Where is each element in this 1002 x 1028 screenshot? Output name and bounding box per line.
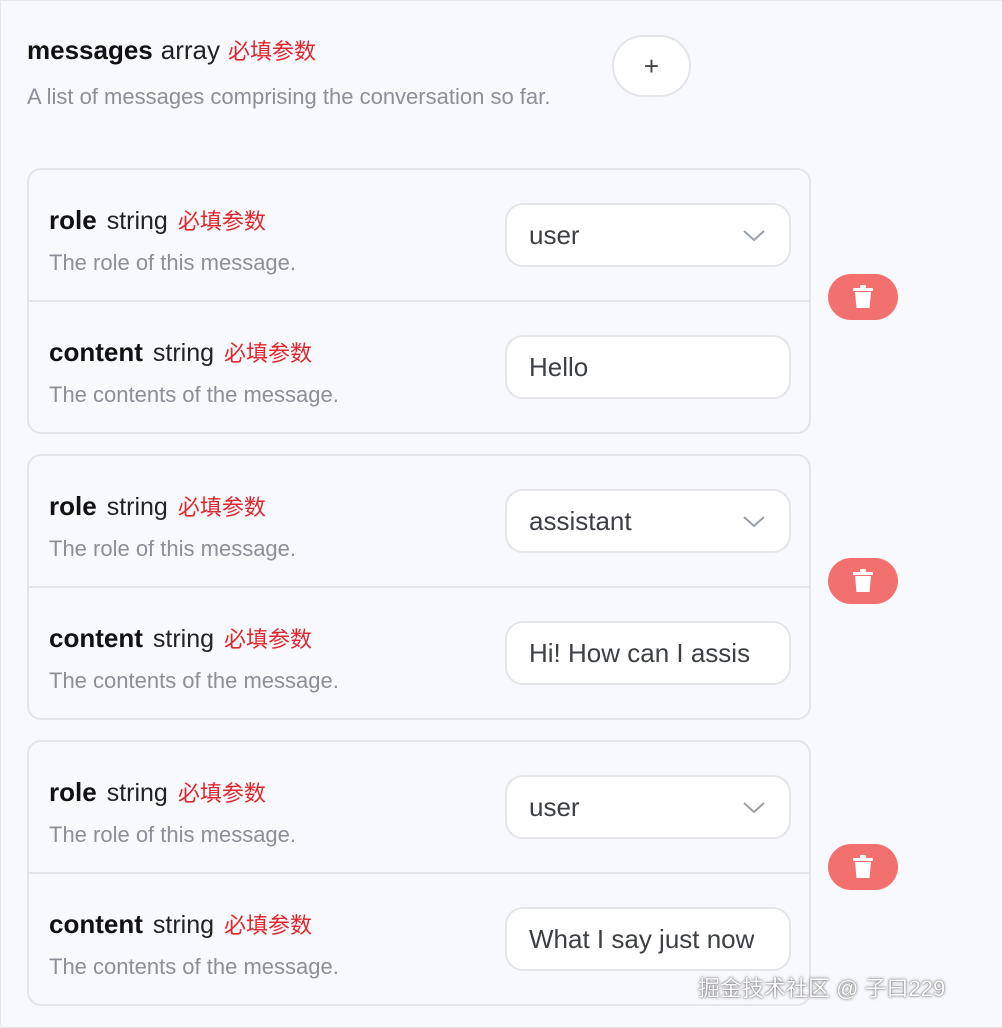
required-badge: 必填参数 [228,39,317,64]
content-row: content string 必填参数 The contents of the me… [29,588,809,718]
role-row: role string 必填参数 The role of this message.… [29,170,809,302]
content-input[interactable]: What I say just now [505,907,791,971]
field-name: content [49,337,143,367]
field-header: role string 必填参数 [49,776,266,808]
field-header: content string 必填参数 [49,336,312,368]
field-name: role [49,491,97,521]
content-input[interactable]: Hello [505,335,791,399]
role-select[interactable]: user [505,775,791,839]
param-header: messages array 必填参数 [27,34,316,66]
delete-message-button[interactable] [828,558,898,604]
role-select[interactable]: assistant [505,489,791,553]
trash-icon [853,569,873,592]
param-description: A list of messages comprising the conver… [27,84,551,109]
field-name: role [49,205,97,235]
trash-icon [853,285,873,308]
required-badge: 必填参数 [224,913,313,938]
field-type: string [152,625,215,653]
delete-message-button[interactable] [828,274,898,320]
field-type: string [152,911,215,939]
field-type: string [106,493,168,521]
chevron-down-icon [743,230,765,242]
required-badge: 必填参数 [177,495,266,520]
required-badge: 必填参数 [177,781,266,806]
field-name: role [49,777,97,807]
input-value: Hi! How can I assis [529,637,751,668]
field-description: The contents of the message. [49,954,339,979]
content-row: content string 必填参数 The contents of the me… [29,874,809,1004]
field-header: role string 必填参数 [49,490,266,522]
role-row: role string 必填参数 The role of this message.… [29,456,809,588]
chevron-down-icon [743,802,765,814]
field-description: The role of this message. [49,822,297,847]
field-type: string [106,779,168,807]
select-value: user [529,791,580,822]
input-value: Hello [529,351,589,382]
param-name: messages [27,35,153,65]
input-value: What I say just now [529,923,755,954]
required-badge: 必填参数 [224,627,313,652]
message-card: role string 必填参数 The role of this message.… [27,168,811,434]
message-card: role string 必填参数 The role of this message.… [27,740,811,1006]
field-header: role string 必填参数 [49,204,266,236]
select-value: assistant [529,505,632,536]
chevron-down-icon [743,516,765,528]
required-badge: 必填参数 [177,209,266,234]
field-description: The contents of the message. [49,668,339,693]
field-description: The role of this message. [49,250,297,275]
message-card: role string 必填参数 The role of this message.… [27,454,811,720]
field-header: content string 必填参数 [49,622,312,654]
field-type: string [152,339,215,367]
param-type: array [160,35,221,65]
role-row: role string 必填参数 The role of this message.… [29,742,809,874]
add-message-button[interactable]: + [612,35,691,97]
select-value: user [529,219,580,250]
field-type: string [106,207,168,235]
delete-message-button[interactable] [828,844,898,890]
plus-icon: + [643,50,660,81]
field-header: content string 必填参数 [49,908,312,940]
trash-icon [853,855,873,878]
field-name: content [49,623,143,653]
role-select[interactable]: user [505,203,791,267]
watermark: 掘金技术社区 @ 子曰229 [698,976,946,1001]
messages-param-panel: messages array 必填参数 A list of messages com… [0,0,1002,1028]
field-name: content [49,909,143,939]
content-input[interactable]: Hi! How can I assis [505,621,791,685]
field-description: The role of this message. [49,536,297,561]
required-badge: 必填参数 [224,341,313,366]
content-row: content string 必填参数 The contents of the me… [29,302,809,432]
field-description: The contents of the message. [49,382,339,407]
